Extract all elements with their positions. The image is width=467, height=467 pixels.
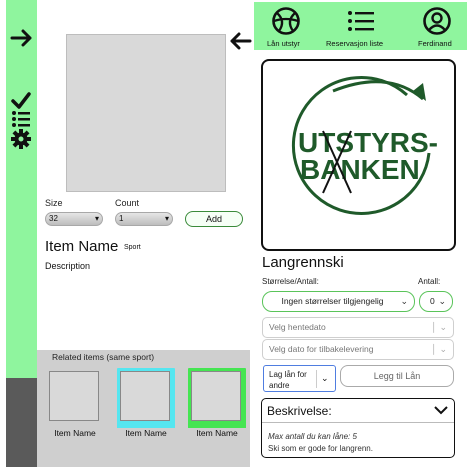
related-item-image [49,371,99,421]
related-item-name: Item Name [54,428,96,438]
amount-select[interactable]: 0 ⌄ [419,291,453,312]
item-name: Item Name [45,238,119,255]
item-description: Description [45,261,91,271]
chevron-down-icon [434,406,448,415]
chevron-down-icon: ▾ [94,214,99,223]
side-rail-footer [6,378,37,467]
add-loan-button[interactable]: Legg til Lån [340,365,454,387]
logo-text-line2: BANKEN [300,154,420,185]
sports-ball-icon [272,7,300,35]
product-description: Ski som er gode for langrenn. [268,444,373,453]
chevron-down-icon: ⌄ [400,296,408,306]
loan-for-others-label: Lag lån for andre [269,370,307,390]
size-select-value: Ingen størrelser tilgjengelig [281,296,384,306]
divider [316,370,317,388]
item-sport: Sport [124,244,141,251]
nav-item-reservasjon-liste[interactable]: Reservasjon liste [318,2,406,50]
pickup-date-placeholder: Velg hentedato [269,322,326,332]
nav-item-lan-utstyr[interactable]: Lån utstyr [254,2,318,50]
nav-label: Ferdinand [418,39,452,48]
size-label: Size [45,198,63,208]
list-icon[interactable] [10,108,32,130]
amount-label: Antall: [418,277,441,286]
count-label: Count [115,198,140,208]
size-value: 32 [49,214,58,223]
chevron-down-icon: ⌄ [438,296,446,306]
count-select[interactable]: 1 ▾ [115,212,173,226]
return-date-field[interactable]: Velg dato for tilbakelevering │ ⌄ [262,339,454,360]
related-item-card[interactable]: Item Name [117,368,175,465]
top-navigation: Lån utstyr Reservasjon liste Ferdinand [254,2,467,50]
nav-label: Reservasjon liste [326,39,384,48]
product-image-logo: UTSTYRS- BANKEN [261,59,456,251]
related-item-name: Item Name [188,428,246,465]
max-loan-text: Max antall du kan låne: 5 [268,432,357,441]
nav-item-profile[interactable]: Ferdinand [406,2,467,50]
chevron-down-icon: ⌄ [321,373,329,383]
pickup-date-field[interactable]: Velg hentedato │ ⌄ [262,317,454,338]
related-items-title: Related items (same sport) [52,352,155,362]
gear-icon[interactable] [10,128,32,150]
chevron-down-icon: │ ⌄ [431,344,447,354]
product-title: Langrennski [262,254,344,271]
nav-label: Lån utstyr [267,39,300,48]
arrow-right-icon[interactable] [10,29,34,47]
item-image-placeholder [66,34,226,192]
list-icon [348,11,374,31]
arrow-left-icon[interactable] [228,32,252,50]
left-panel: Size Count 32 ▾ 1 ▾ Add Item Name Sport … [0,0,252,467]
return-date-placeholder: Velg dato for tilbakelevering [269,344,374,354]
related-item-image [120,371,170,421]
description-header[interactable]: Beskrivelse: [262,399,454,423]
user-icon [423,7,451,35]
related-item-name: Item Name [117,428,175,465]
count-value: 1 [119,214,124,223]
chevron-down-icon: ▾ [164,214,169,223]
size-select[interactable]: Ingen størrelser tilgjengelig ⌄ [262,291,415,312]
related-item-card[interactable]: Item Name [188,368,246,465]
size-select[interactable]: 32 ▾ [45,212,103,226]
loan-for-others-select[interactable]: Lag lån for andre ⌄ [263,365,336,392]
add-button[interactable]: Add [185,211,243,227]
side-rail [6,0,37,378]
description-title: Beskrivelse: [267,404,332,418]
related-item-card[interactable]: Item Name [46,368,104,465]
size-amount-label: Størrelse/Antall: [262,277,319,286]
related-items-section: Related items (same sport) Item Name Ite… [37,350,250,467]
description-accordion: Beskrivelse: Max antall du kan låne: 5 S… [261,398,455,458]
amount-select-value: 0 [430,296,435,306]
utstyrsbanken-logo: UTSTYRS- BANKEN [291,75,438,215]
chevron-down-icon: │ ⌄ [431,322,447,332]
related-item-image [191,371,241,421]
